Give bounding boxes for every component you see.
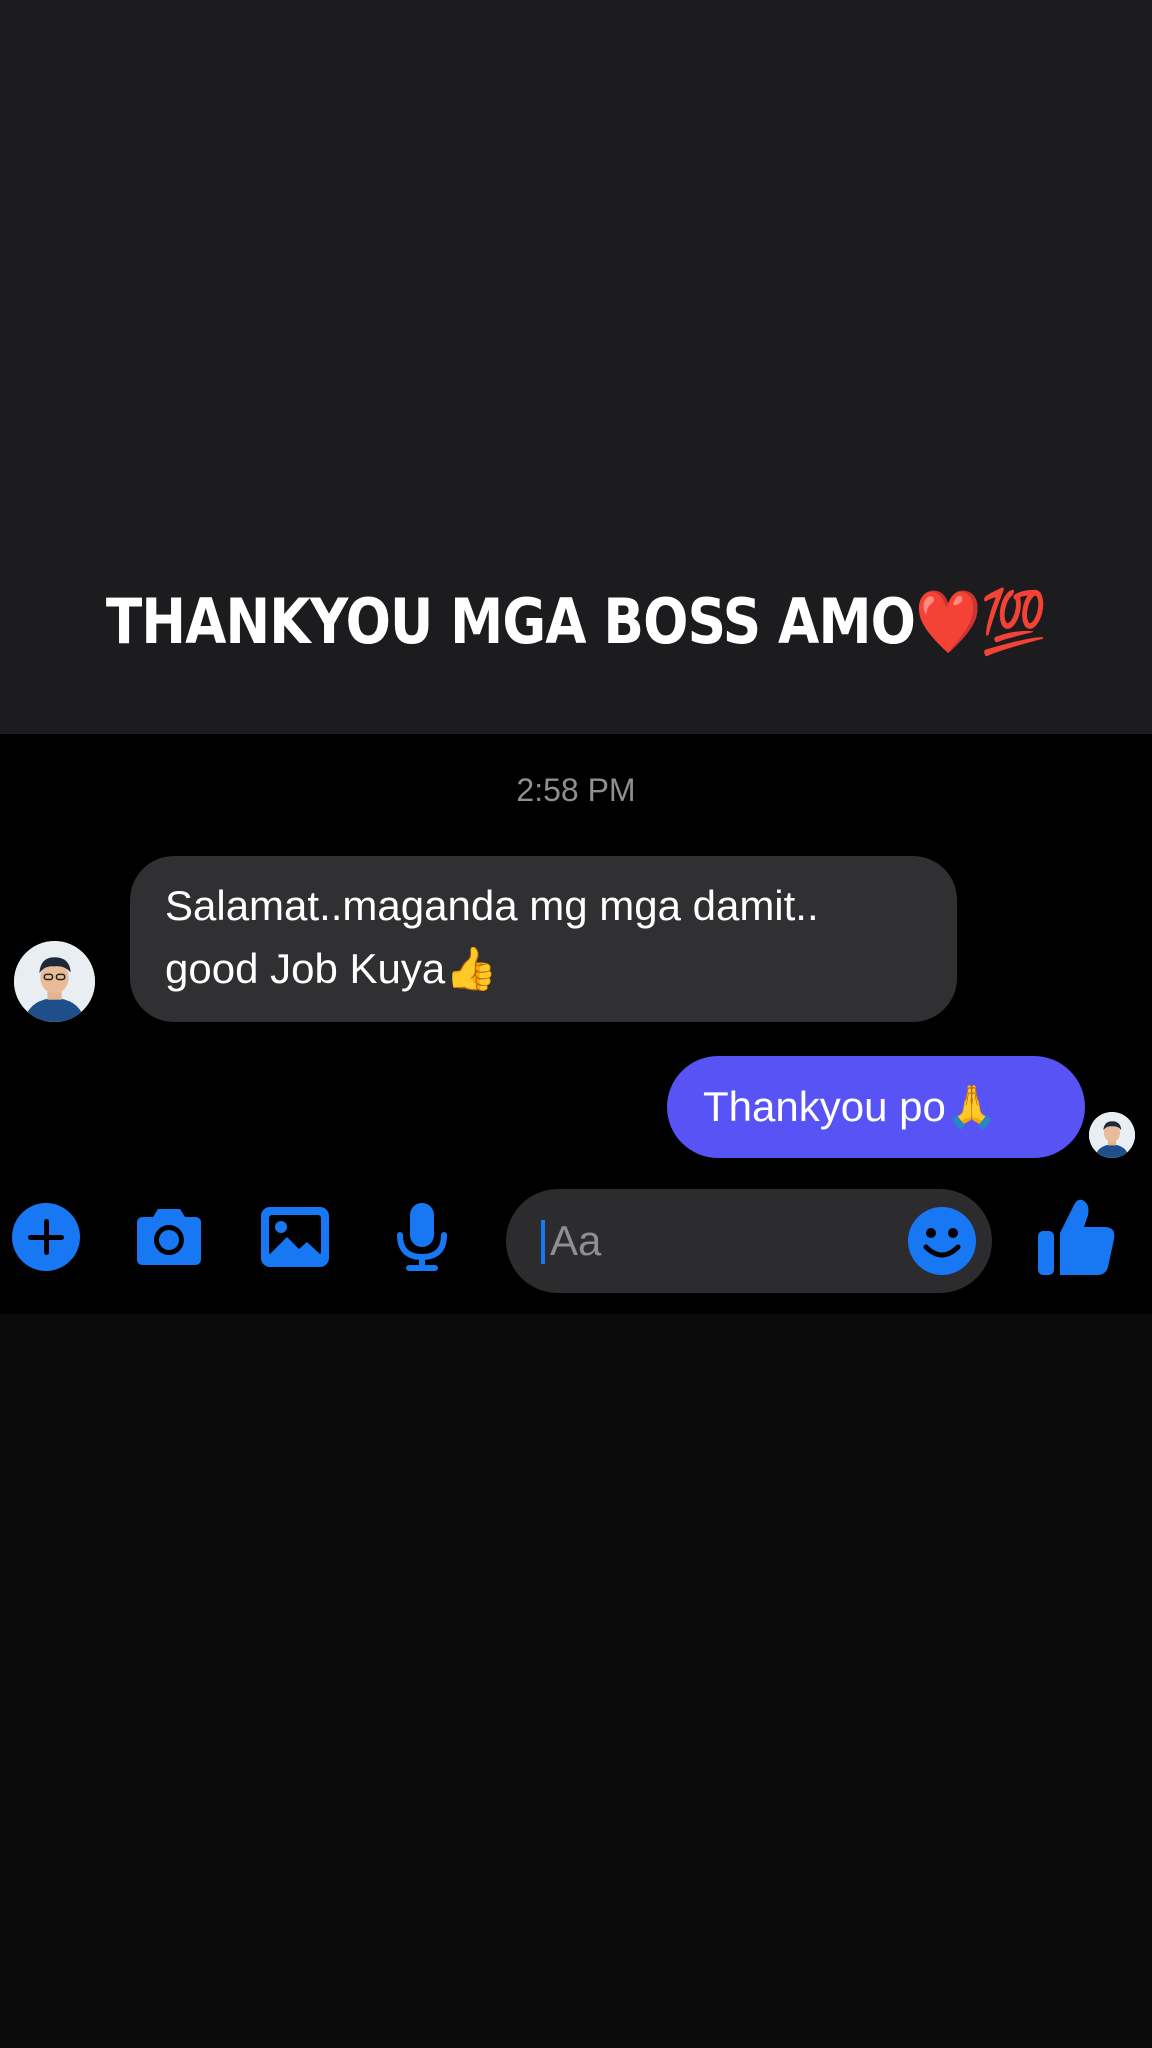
more-actions-button[interactable] xyxy=(6,1197,86,1277)
text-cursor xyxy=(541,1220,545,1264)
message-composer: Aa xyxy=(0,1189,1152,1293)
person-avatar-icon xyxy=(14,941,95,1022)
sender-avatar[interactable] xyxy=(14,941,95,1022)
message-timestamp: 2:58 PM xyxy=(516,772,636,808)
send-like-button[interactable] xyxy=(1034,1193,1120,1279)
story-screen: THANKYOU MGA BOSS AMO❤️💯 2:58 PM Salamat… xyxy=(0,0,1152,2048)
plus-icon xyxy=(12,1203,80,1271)
outgoing-message-bubble[interactable]: Thankyou po🙏 xyxy=(667,1056,1085,1158)
thumbs-up-icon xyxy=(1038,1199,1115,1275)
emoji-button[interactable] xyxy=(906,1205,978,1277)
message-input-placeholder: Aa xyxy=(550,1217,602,1264)
seen-receipt-avatar xyxy=(1089,1112,1135,1158)
message-text-line: Salamat..maganda mg mga damit.. xyxy=(165,882,819,929)
camera-icon xyxy=(137,1209,201,1265)
message-text-line: Thankyou po🙏 xyxy=(703,1083,999,1130)
gallery-icon xyxy=(261,1207,329,1267)
story-top-area: THANKYOU MGA BOSS AMO❤️💯 xyxy=(0,0,1152,734)
microphone-icon xyxy=(397,1203,447,1271)
voice-message-button[interactable] xyxy=(382,1197,462,1277)
message-text-line: good Job Kuya👍 xyxy=(165,945,498,992)
person-avatar-icon xyxy=(1089,1112,1135,1158)
camera-button[interactable] xyxy=(129,1197,209,1277)
emoji-icon xyxy=(908,1207,976,1275)
message-input[interactable]: Aa xyxy=(506,1189,992,1293)
incoming-message-bubble[interactable]: Salamat..maganda mg mga damit.. good Job… xyxy=(130,856,957,1022)
story-bottom-area xyxy=(0,1314,1152,2048)
gallery-button[interactable] xyxy=(255,1197,335,1277)
story-caption: THANKYOU MGA BOSS AMO❤️💯 xyxy=(105,585,1047,658)
chat-screenshot: 2:58 PM Salamat..maganda mg mga damit.. … xyxy=(0,734,1152,1314)
